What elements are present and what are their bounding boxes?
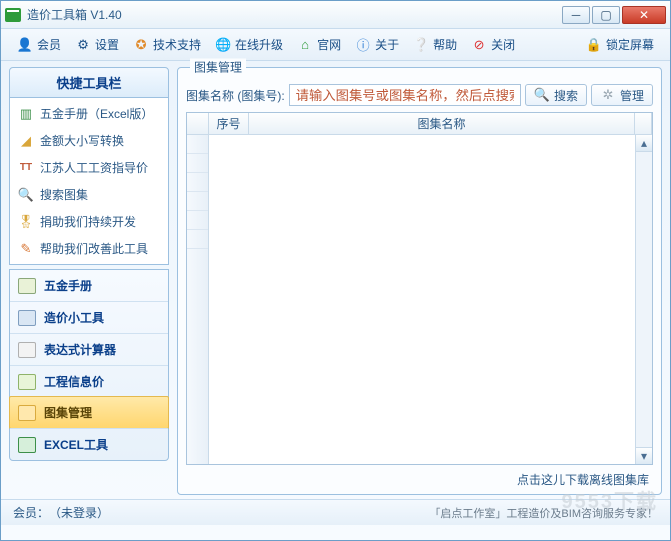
quick-item-wage-guide[interactable]: TT江苏人工工资指导价 bbox=[10, 154, 168, 181]
scroll-header bbox=[635, 113, 652, 134]
manage-button[interactable]: ✲管理 bbox=[591, 84, 653, 106]
status-bar: 会员： （未登录） 「启点工作室」工程造价及BIM咨询服务专家！ bbox=[1, 499, 670, 525]
main-toolbar: 👤会员 ⚙设置 ✪技术支持 🌐在线升级 ⌂官网 ⓘ关于 ❔帮助 ⊘关闭 🔒锁定屏… bbox=[1, 29, 670, 61]
quick-item-search-atlas[interactable]: 🔍搜索图集 bbox=[10, 181, 168, 208]
search-icon: 🔍 bbox=[534, 87, 550, 103]
list-icon bbox=[18, 374, 36, 390]
scroll-down-arrow[interactable]: ▾ bbox=[636, 447, 652, 464]
scroll-up-arrow[interactable]: ▴ bbox=[636, 135, 652, 152]
search-label: 图集名称 (图集号): bbox=[186, 87, 285, 104]
calculator-icon bbox=[18, 342, 36, 358]
nav-item-atlas-manage[interactable]: 图集管理 bbox=[9, 396, 169, 429]
search-row: 图集名称 (图集号): 🔍搜索 ✲管理 bbox=[186, 84, 653, 106]
tools-icon bbox=[18, 310, 36, 326]
edit-icon: ✎ bbox=[18, 241, 34, 257]
doc-icon: ▥ bbox=[18, 106, 34, 122]
status-member-label: 会员： bbox=[13, 504, 49, 521]
member-button[interactable]: 👤会员 bbox=[11, 33, 67, 56]
nav-item-excel-tools[interactable]: EXCEL工具 bbox=[10, 428, 168, 460]
nav-item-hardware[interactable]: 五金手册 bbox=[10, 270, 168, 301]
support-button[interactable]: ✪技术支持 bbox=[127, 33, 207, 56]
close-button[interactable]: ⊘关闭 bbox=[465, 33, 521, 56]
folder-icon bbox=[18, 405, 36, 421]
about-button[interactable]: ⓘ关于 bbox=[349, 33, 405, 56]
minimize-button[interactable]: ─ bbox=[562, 6, 590, 24]
update-button[interactable]: 🌐在线升级 bbox=[209, 33, 289, 56]
quick-tools-header: 快捷工具栏 bbox=[9, 67, 169, 98]
help-button[interactable]: ❔帮助 bbox=[407, 33, 463, 56]
vertical-scrollbar[interactable]: ▴ ▾ bbox=[635, 135, 652, 464]
corner-header bbox=[187, 113, 209, 134]
main-panel: 图集管理 图集名称 (图集号): 🔍搜索 ✲管理 序号 图集名称 bbox=[177, 67, 662, 495]
medal-icon: 🎖 bbox=[18, 214, 34, 230]
table-body-empty bbox=[209, 135, 635, 464]
groupbox-title: 图集管理 bbox=[190, 59, 246, 76]
search-input[interactable] bbox=[289, 84, 521, 106]
book-icon bbox=[18, 278, 36, 294]
lock-screen-button[interactable]: 🔒锁定屏幕 bbox=[580, 33, 660, 56]
lock-icon: 🔒 bbox=[586, 37, 602, 53]
quick-item-hardware-manual[interactable]: ▥五金手册（Excel版） bbox=[10, 100, 168, 127]
search-icon: 🔍 bbox=[18, 187, 34, 203]
globe-icon: 🌐 bbox=[215, 37, 231, 53]
excel-icon bbox=[18, 437, 36, 453]
window-title: 造价工具箱 V1.40 bbox=[27, 6, 560, 23]
info-icon: ⓘ bbox=[355, 37, 371, 53]
ruler-icon: ◢ bbox=[18, 133, 34, 149]
text-icon: TT bbox=[18, 160, 34, 176]
home-icon: ⌂ bbox=[297, 37, 313, 53]
nav-item-calculator[interactable]: 表达式计算器 bbox=[10, 333, 168, 365]
row-headers bbox=[187, 135, 209, 464]
close-icon: ⊘ bbox=[471, 37, 487, 53]
quick-item-donate[interactable]: 🎖捐助我们持续开发 bbox=[10, 208, 168, 235]
user-icon: 👤 bbox=[17, 37, 33, 53]
support-icon: ✪ bbox=[133, 37, 149, 53]
app-icon bbox=[5, 8, 21, 22]
gear-icon: ⚙ bbox=[75, 37, 91, 53]
nav-list: 五金手册 造价小工具 表达式计算器 工程信息价 图集管理 EXCEL工具 bbox=[9, 269, 169, 461]
titlebar: 造价工具箱 V1.40 ─ ▢ ✕ bbox=[1, 1, 670, 29]
status-right-text: 「启点工作室」工程造价及BIM咨询服务专家！ bbox=[429, 505, 658, 521]
maximize-button[interactable]: ▢ bbox=[592, 6, 620, 24]
column-seq[interactable]: 序号 bbox=[209, 113, 249, 134]
close-window-button[interactable]: ✕ bbox=[622, 6, 666, 24]
sidebar: 快捷工具栏 ▥五金手册（Excel版） ◢金额大小写转换 TT江苏人工工资指导价… bbox=[9, 67, 169, 495]
download-offline-link[interactable]: 点击这儿下载离线图集库 bbox=[186, 465, 653, 490]
nav-item-cost-tools[interactable]: 造价小工具 bbox=[10, 301, 168, 333]
help-icon: ❔ bbox=[413, 37, 429, 53]
quick-item-feedback[interactable]: ✎帮助我们改善此工具 bbox=[10, 235, 168, 262]
quick-item-amount-convert[interactable]: ◢金额大小写转换 bbox=[10, 127, 168, 154]
settings-button[interactable]: ⚙设置 bbox=[69, 33, 125, 56]
nav-item-price-info[interactable]: 工程信息价 bbox=[10, 365, 168, 397]
results-table: 序号 图集名称 ▴ ▾ bbox=[186, 112, 653, 465]
cog-icon: ✲ bbox=[600, 87, 616, 103]
status-member-value: （未登录） bbox=[49, 504, 109, 521]
search-button[interactable]: 🔍搜索 bbox=[525, 84, 587, 106]
column-name[interactable]: 图集名称 bbox=[249, 113, 635, 134]
quick-tools-list: ▥五金手册（Excel版） ◢金额大小写转换 TT江苏人工工资指导价 🔍搜索图集… bbox=[9, 98, 169, 265]
website-button[interactable]: ⌂官网 bbox=[291, 33, 347, 56]
